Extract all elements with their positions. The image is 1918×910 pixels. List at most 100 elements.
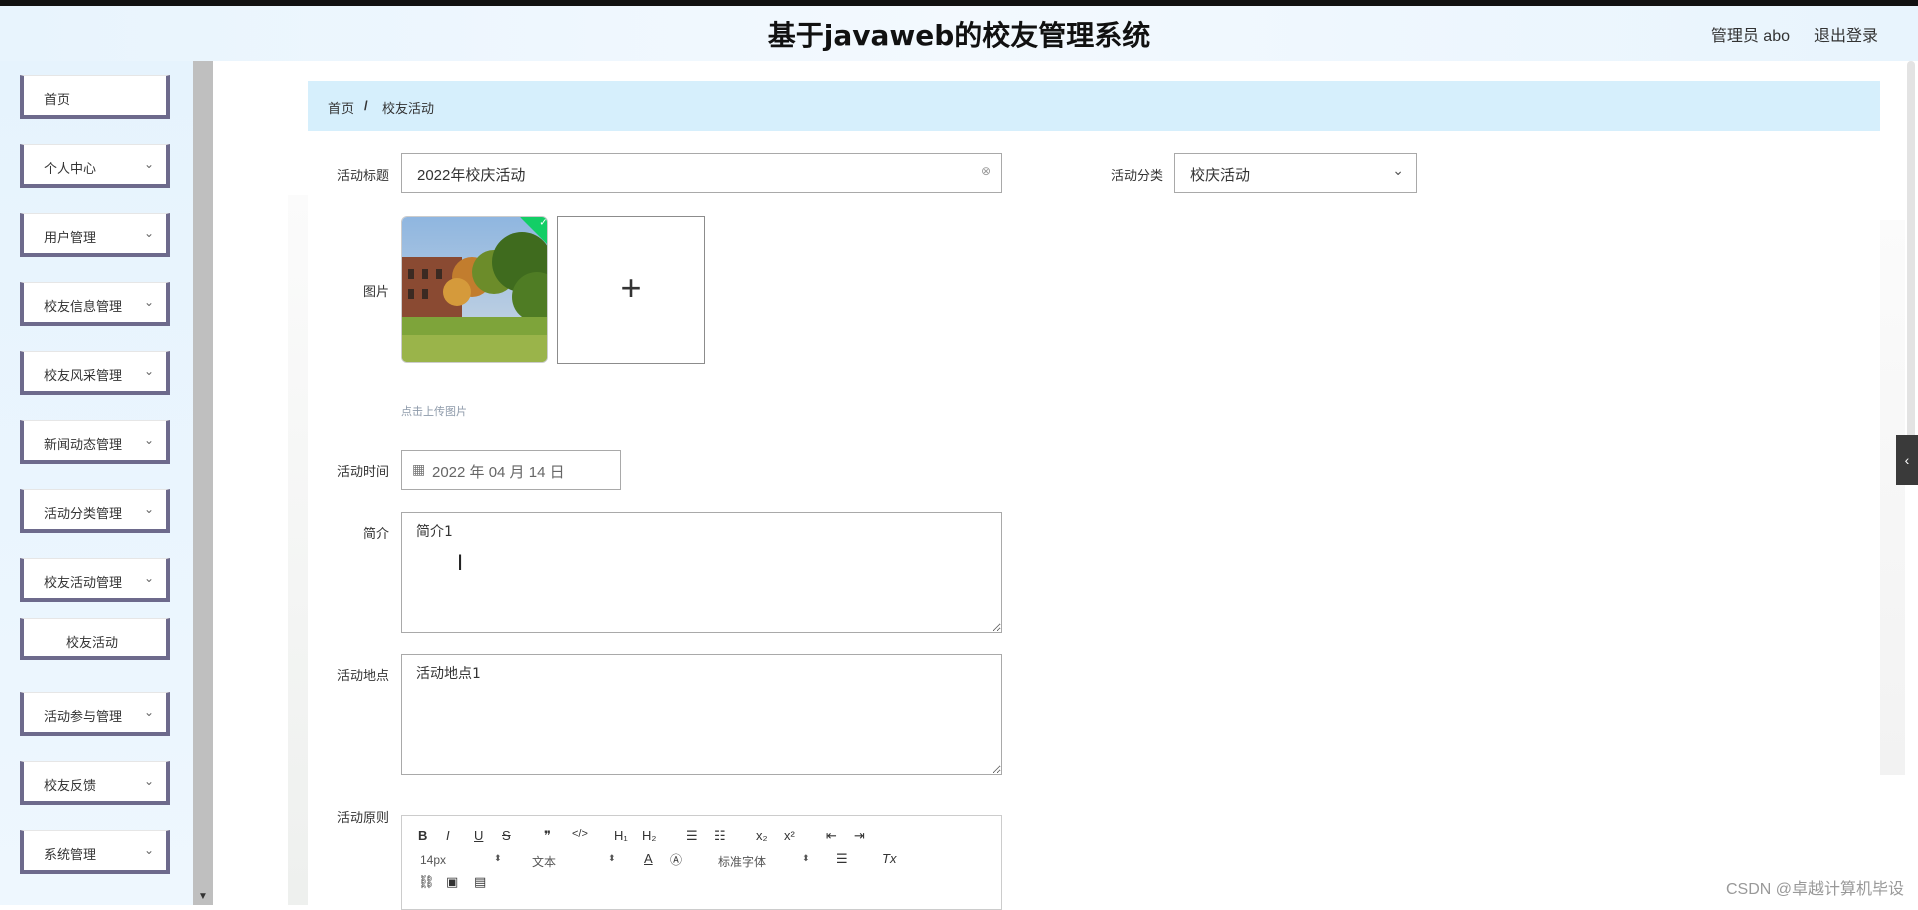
indent-button[interactable]: ⇥ xyxy=(854,828,865,844)
sidebar-item-alumni-showcase[interactable]: 校友风采管理 ⌄ xyxy=(20,351,170,395)
sidebar-item-label: 校友信息管理 xyxy=(44,299,123,314)
category-label: 活动分类 xyxy=(1110,168,1163,183)
calendar-icon: ▦ xyxy=(412,461,426,477)
sidebar-item-label: 用户管理 xyxy=(44,230,97,245)
watermark: CSDN @卓越计算机毕设 xyxy=(1725,881,1904,898)
underline-button[interactable]: U xyxy=(474,828,483,843)
background-color-icon[interactable]: Ⓐ xyxy=(670,851,682,868)
blockquote-button[interactable]: ❞ xyxy=(544,828,551,844)
location-textarea[interactable]: 活动地点1 xyxy=(401,654,1002,775)
font-color-icon[interactable]: A xyxy=(644,851,653,866)
sidebar-item-news[interactable]: 新闻动态管理 ⌄ xyxy=(20,420,170,464)
location-label: 活动地点 xyxy=(336,668,389,683)
video-icon[interactable]: ▤ xyxy=(474,874,486,890)
logout-link[interactable]: 退出登录 xyxy=(1814,22,1878,46)
sidebar-item-user-management[interactable]: 用户管理 ⌄ xyxy=(20,213,170,257)
h1-button[interactable]: H₁ xyxy=(614,828,628,843)
code-button[interactable]: </> xyxy=(572,828,588,840)
font-size-arrows-icon: ⬍ xyxy=(494,853,502,863)
chevron-down-icon: ⌄ xyxy=(143,433,154,447)
category-select[interactable]: 校庆活动 ⌄ xyxy=(1174,153,1417,193)
subscript-button[interactable]: x₂ xyxy=(756,828,768,843)
clear-format-icon[interactable]: Tx xyxy=(882,851,896,866)
sidebar-subitem-alumni-activity[interactable]: 校友活动 xyxy=(20,618,170,660)
uploaded-image-thumbnail[interactable]: ✓ xyxy=(401,216,548,363)
sidebar-scrollbar[interactable] xyxy=(193,61,213,905)
app-header: 基于javaweb的校友管理系统 管理员 abo 退出登录 xyxy=(0,6,1918,61)
sidebar-item-activity-category[interactable]: 活动分类管理 ⌄ xyxy=(20,489,170,533)
superscript-button[interactable]: x² xyxy=(784,828,795,843)
sidebar-item-alumni-info[interactable]: 校友信息管理 ⌄ xyxy=(20,282,170,326)
outdent-button[interactable]: ⇤ xyxy=(826,828,837,844)
font-family-arrows-icon: ⬍ xyxy=(802,853,810,863)
strike-button[interactable]: S xyxy=(502,828,511,843)
chevron-down-icon: ⌄ xyxy=(1392,162,1404,178)
h2-button[interactable]: H₂ xyxy=(642,828,656,843)
title-input[interactable]: 2022年校庆活动 ⊗ xyxy=(401,153,1002,193)
sidebar-item-label: 系统管理 xyxy=(44,847,97,862)
chevron-down-icon: ⌄ xyxy=(143,705,154,719)
block-type-arrows-icon: ⬍ xyxy=(608,853,616,863)
font-size-select[interactable]: 14px xyxy=(420,853,446,867)
image-icon[interactable]: ▣ xyxy=(446,874,458,890)
sidebar-item-label: 校友反馈 xyxy=(44,778,97,793)
background-shade xyxy=(288,195,308,905)
chevron-down-icon: ⌄ xyxy=(143,843,154,857)
category-select-value: 校庆活动 xyxy=(1190,167,1251,184)
breadcrumb-separator: / xyxy=(364,98,368,113)
campus-photo xyxy=(402,217,547,362)
sidebar-item-participation[interactable]: 活动参与管理 ⌄ xyxy=(20,692,170,736)
sidebar-item-label: 校友活动管理 xyxy=(44,575,123,590)
upload-image-button[interactable]: + xyxy=(557,216,705,364)
bold-button[interactable]: B xyxy=(418,828,427,843)
sidebar-item-alumni-activity-management[interactable]: 校友活动管理 ⌄ xyxy=(20,558,170,602)
sidebar-item-label: 活动参与管理 xyxy=(44,709,123,724)
collapse-panel-icon[interactable]: ‹ xyxy=(1896,435,1918,485)
date-value: 2022 年 04 月 14 日 xyxy=(432,464,565,481)
title-label: 活动标题 xyxy=(336,168,389,183)
chevron-down-icon: ⌄ xyxy=(143,364,154,378)
chevron-down-icon: ⌄ xyxy=(143,774,154,788)
sidebar-item-system[interactable]: 系统管理 ⌄ xyxy=(20,830,170,874)
time-label: 活动时间 xyxy=(336,464,389,479)
clear-icon[interactable]: ⊗ xyxy=(981,164,991,178)
block-type-select[interactable]: 文本 xyxy=(532,853,556,870)
background-shade-right xyxy=(1880,220,1905,775)
link-icon[interactable]: ⛓ xyxy=(418,874,435,890)
chevron-down-icon: ⌄ xyxy=(143,295,154,309)
image-label: 图片 xyxy=(362,284,389,299)
text-cursor-icon: I xyxy=(457,550,464,575)
intro-label: 简介 xyxy=(362,526,389,541)
chevron-down-icon: ⌄ xyxy=(143,226,154,240)
scroll-down-arrow-icon[interactable]: ▼ xyxy=(197,891,209,903)
scrollbar-thumb[interactable] xyxy=(1907,61,1915,441)
sidebar-item-feedback[interactable]: 校友反馈 ⌄ xyxy=(20,761,170,805)
rich-text-editor[interactable]: B I U S ❞ </> H₁ H₂ ☰ ☷ x₂ x² ⇤ ⇥ 14px ⬍… xyxy=(401,815,1002,910)
sidebar-item-label: 新闻动态管理 xyxy=(44,437,123,452)
upload-hint: 点击上传图片 xyxy=(401,406,467,418)
italic-button[interactable]: I xyxy=(446,828,450,843)
sidebar-item-home[interactable]: 首页 xyxy=(20,75,170,119)
sidebar-item-label: 个人中心 xyxy=(44,161,97,176)
sidebar-item-personal-center[interactable]: 个人中心 ⌄ xyxy=(20,144,170,188)
sidebar-item-label: 活动分类管理 xyxy=(44,506,123,521)
plus-icon: + xyxy=(620,267,642,308)
sidebar-item-label: 首页 xyxy=(44,92,71,107)
bullet-list-button[interactable]: ☷ xyxy=(714,828,726,844)
chevron-up-icon: ⌄ xyxy=(143,571,154,585)
breadcrumb-home[interactable]: 首页 xyxy=(328,98,354,117)
sidebar-item-label: 校友活动 xyxy=(66,635,119,650)
current-user: 管理员 abo xyxy=(1710,28,1790,45)
rules-label: 活动原则 xyxy=(336,810,389,825)
date-picker[interactable]: ▦ 2022 年 04 月 14 日 xyxy=(401,450,621,490)
breadcrumb-current: 校友活动 xyxy=(382,101,435,116)
chevron-down-icon: ⌄ xyxy=(143,502,154,516)
title-input-value: 2022年校庆活动 xyxy=(417,167,526,184)
ordered-list-button[interactable]: ☰ xyxy=(686,828,698,844)
breadcrumb: 首页 / 校友活动 xyxy=(308,81,1880,131)
chevron-down-icon: ⌄ xyxy=(143,157,154,171)
intro-textarea[interactable]: 简介1 xyxy=(401,512,1002,633)
font-family-select[interactable]: 标准字体 xyxy=(718,853,766,870)
align-icon[interactable]: ☰ xyxy=(836,851,848,867)
app-title: 基于javaweb的校友管理系统 xyxy=(767,19,1151,52)
